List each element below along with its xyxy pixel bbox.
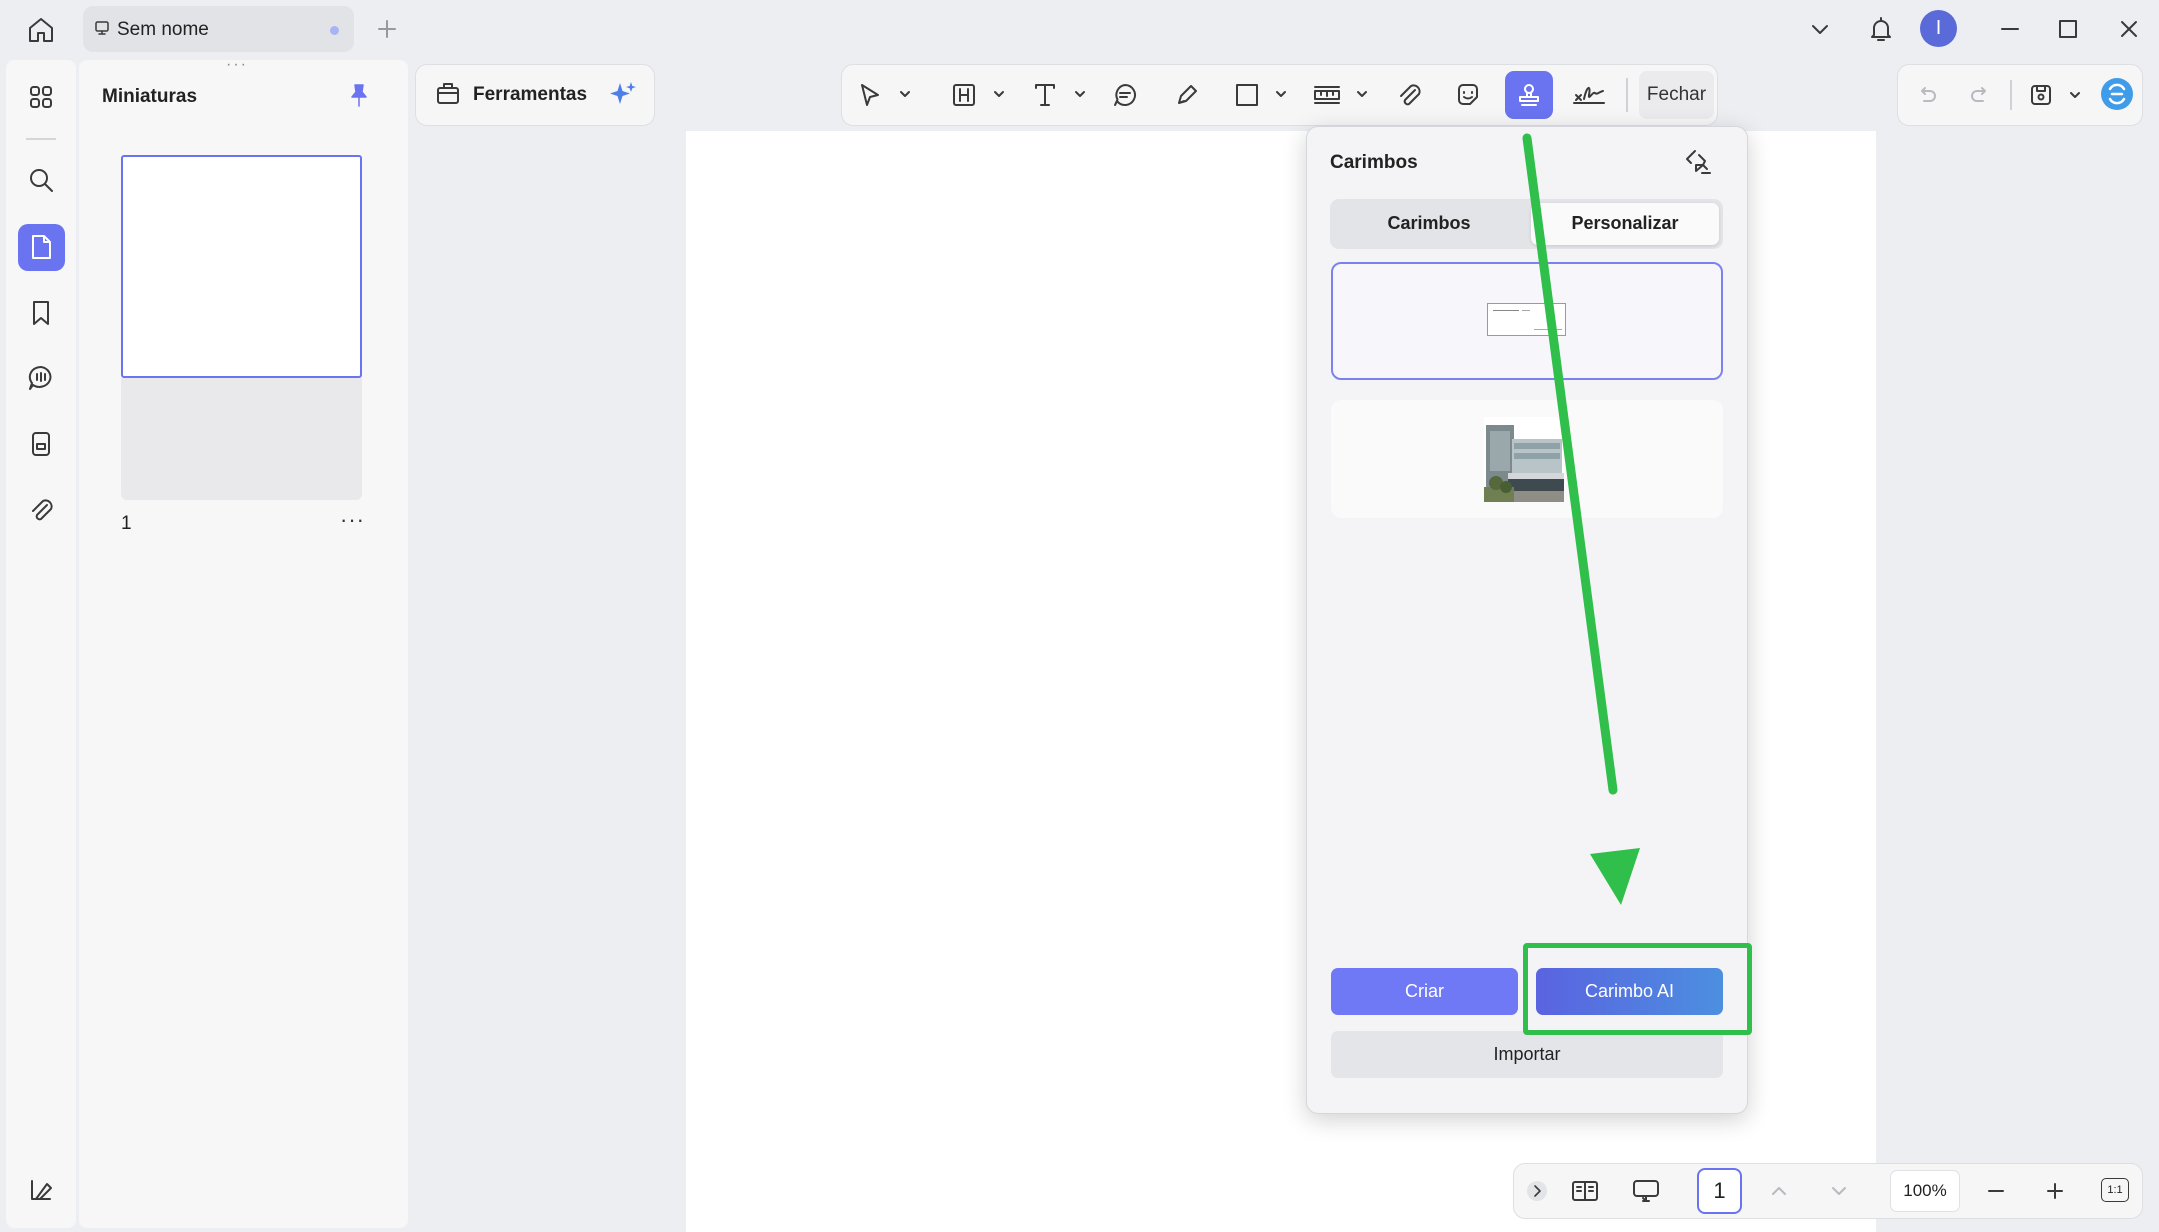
page-down-icon[interactable] (1825, 1177, 1853, 1205)
minimize-icon[interactable] (1994, 14, 2026, 44)
toolbox-icon (433, 78, 463, 108)
thumbnails-icon[interactable] (22, 228, 60, 266)
new-tab-icon[interactable] (372, 14, 402, 44)
tab-carimbos[interactable]: Carimbos (1335, 213, 1523, 234)
pen-tool-icon[interactable] (1170, 78, 1204, 112)
stamp-popup-title: Carimbos (1330, 152, 1418, 173)
measure-tool-icon[interactable] (1310, 78, 1344, 112)
theme-icon[interactable] (22, 1171, 60, 1209)
select-arrow-icon[interactable] (853, 78, 887, 112)
text-dropdown-icon[interactable] (1072, 86, 1088, 102)
thumbnail-page-number: 1 (121, 513, 132, 534)
redo-icon[interactable] (1966, 80, 1996, 110)
page-thumbnail[interactable] (121, 155, 362, 378)
zoom-out-icon[interactable] (1982, 1177, 2010, 1205)
comments-icon[interactable] (22, 359, 60, 397)
comment-tool-icon[interactable] (1108, 78, 1142, 112)
tab-doc-icon (93, 19, 111, 37)
page-number-input[interactable]: 1 (1697, 1168, 1742, 1214)
create-stamp-button[interactable]: Criar (1331, 968, 1518, 1015)
page-up-icon[interactable] (1765, 1177, 1793, 1205)
toolbar-separator-right (2010, 80, 2012, 110)
form-icon[interactable] (22, 425, 60, 463)
notification-bell-icon[interactable] (1863, 11, 1899, 47)
user-avatar[interactable]: I (1920, 10, 1957, 47)
apps-grid-icon[interactable] (22, 78, 60, 116)
fit-actual-size-label: 1:1 (2107, 1184, 2123, 1196)
chevron-down-icon[interactable] (1804, 14, 1836, 44)
sticker-tool-icon[interactable] (1451, 78, 1485, 112)
tab-title: Sem nome (117, 19, 209, 40)
stamp-tool-icon[interactable] (1512, 78, 1546, 112)
bookmark-icon[interactable] (22, 294, 60, 332)
fit-actual-size-button[interactable]: 1:1 (2101, 1178, 2129, 1202)
presentation-icon[interactable] (1629, 1174, 1663, 1208)
search-icon[interactable] (22, 161, 60, 199)
panel-title: Miniaturas (102, 86, 198, 107)
collapse-bar-icon[interactable] (1523, 1177, 1551, 1205)
ai-sparkle-icon[interactable] (607, 78, 639, 110)
page-layout-icon[interactable] (1568, 1174, 1602, 1208)
text-tool-icon[interactable] (1028, 78, 1062, 112)
shape-dropdown-icon[interactable] (1273, 86, 1289, 102)
highlight-icon[interactable] (947, 78, 981, 112)
undo-icon[interactable] (1911, 80, 1941, 110)
pin-icon[interactable] (344, 80, 374, 110)
annotation-highlight-box (1523, 943, 1752, 1035)
highlight-dropdown-icon[interactable] (991, 86, 1007, 102)
thumbnail-footer (121, 378, 362, 500)
signature-tool-icon[interactable] (1569, 78, 1609, 112)
attach-tool-icon[interactable] (1392, 78, 1426, 112)
thumbnail-more-icon[interactable]: ··· (340, 507, 365, 533)
measure-dropdown-icon[interactable] (1354, 86, 1370, 102)
close-window-icon[interactable] (2113, 14, 2145, 44)
pin-popup-icon[interactable] (1680, 144, 1716, 180)
toolbar-separator (1626, 78, 1628, 112)
ai-assistant-icon[interactable] (2097, 74, 2137, 114)
import-stamp-button[interactable]: Importar (1331, 1031, 1723, 1078)
tools-label: Ferramentas (473, 84, 588, 105)
zoom-level[interactable]: 100% (1890, 1170, 1960, 1212)
shape-tool-icon[interactable] (1230, 78, 1264, 112)
unsaved-indicator (330, 26, 339, 35)
maximize-icon[interactable] (2052, 14, 2084, 44)
tools-button[interactable]: Ferramentas (415, 64, 655, 126)
annotation-arrow (1522, 133, 1640, 905)
document-tab[interactable]: Sem nome (83, 6, 354, 52)
close-toolbar-button[interactable]: Fechar (1639, 71, 1714, 119)
save-dropdown-icon[interactable] (2067, 87, 2083, 103)
zoom-in-icon[interactable] (2041, 1177, 2069, 1205)
panel-resize-handle[interactable]: ··· (226, 57, 260, 73)
save-icon[interactable] (2026, 80, 2056, 110)
select-dropdown-icon[interactable] (897, 86, 913, 102)
home-icon[interactable] (22, 12, 60, 48)
rail-divider (26, 138, 56, 140)
attachment-icon[interactable] (22, 491, 60, 529)
